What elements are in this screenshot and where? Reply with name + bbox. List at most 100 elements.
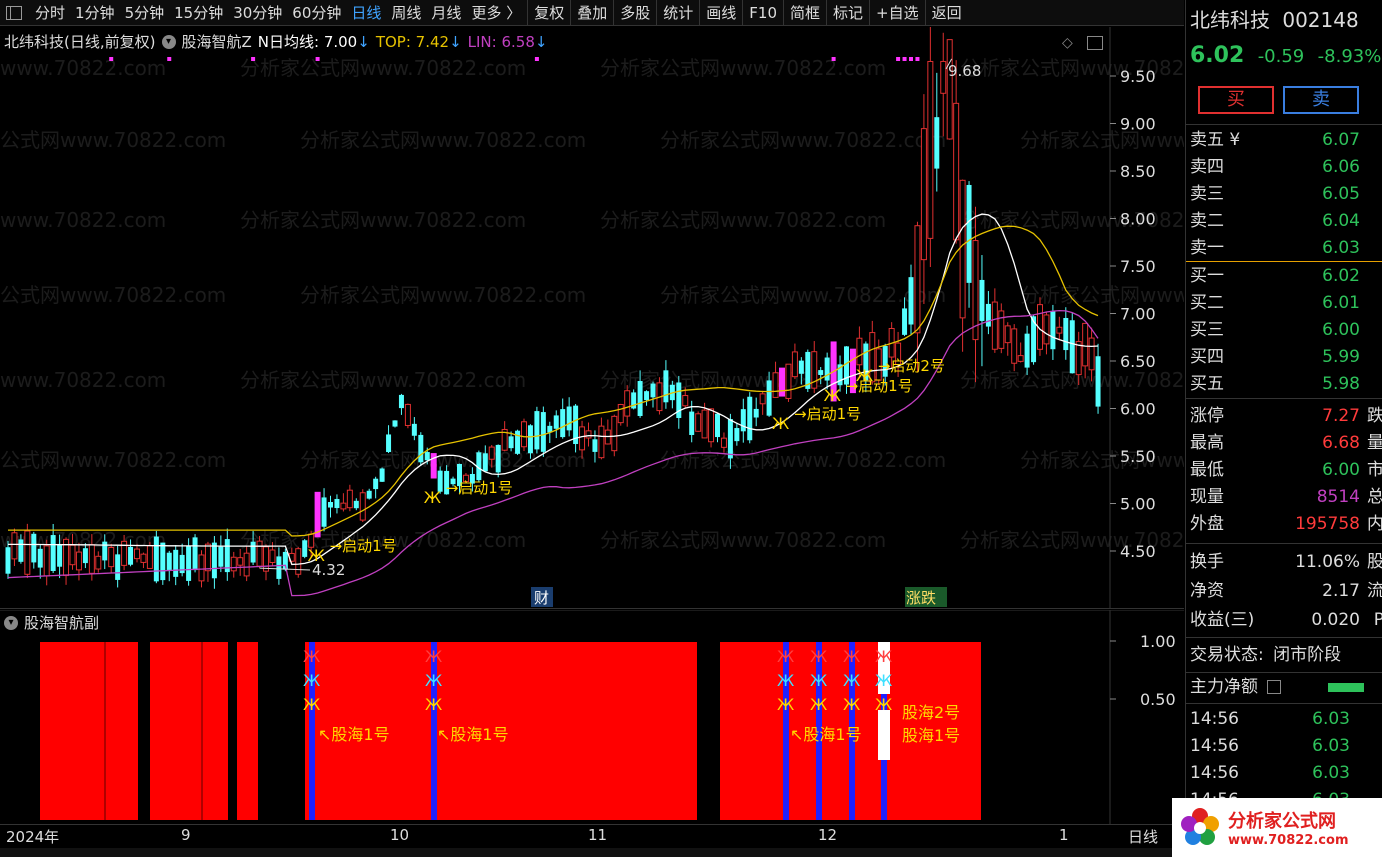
top-line xyxy=(8,225,1099,537)
layout-icon[interactable] xyxy=(1087,36,1103,50)
divider xyxy=(1186,637,1382,638)
ask-label: 卖二 xyxy=(1190,211,1224,231)
candle-body-up xyxy=(43,545,50,577)
overlay-button[interactable]: 叠加 xyxy=(572,0,612,26)
tick-row: 14:56 6.03 xyxy=(1190,733,1380,760)
tab-fenshi[interactable]: 分时 xyxy=(30,0,70,26)
tab-1min[interactable]: 1分钟 xyxy=(70,0,120,26)
tab-daily[interactable]: 日线 xyxy=(346,0,386,26)
candle-body-down xyxy=(540,412,546,452)
candle-body-up xyxy=(927,60,934,239)
divider xyxy=(699,0,701,26)
ask-label: 卖四 xyxy=(1190,157,1224,177)
tick-price: 6.03 xyxy=(1312,736,1350,756)
sub-indicator-canvas[interactable]: 1.000.50ЖЖЖЖЖЖЖЖЖЖЖЖЖЖЖЖЖЖ↖股海1号 ↖股海1号 ↖股海1… xyxy=(0,610,1184,824)
candle-body-down xyxy=(966,184,972,283)
axis-mode-label[interactable]: 日线 xyxy=(1128,826,1158,847)
ask-row[interactable]: 卖四 6.06 xyxy=(1190,154,1380,181)
tab-15min[interactable]: 15分钟 xyxy=(169,0,228,26)
add-watchlist-button[interactable]: +自选 xyxy=(871,0,924,26)
date-tick: 2024年 xyxy=(6,828,60,846)
tab-monthly[interactable]: 月线 xyxy=(426,0,466,26)
chevron-down-icon[interactable]: ▾ xyxy=(161,34,176,49)
candle-body-down xyxy=(424,452,430,461)
kline-canvas[interactable]: 分析家公式网www.70822.com 分析家公式网www.70822.com 分析… xyxy=(0,27,1184,609)
divider xyxy=(783,0,785,26)
bid-row[interactable]: 买三 6.00 xyxy=(1190,317,1380,344)
tick-price: 6.03 xyxy=(1312,763,1350,783)
fuquan-button[interactable]: 复权 xyxy=(529,0,569,26)
bid-row[interactable]: 买一 6.02 xyxy=(1190,263,1380,290)
stat-tail: 市 xyxy=(1367,457,1382,484)
divider xyxy=(656,0,658,26)
candle-body-up xyxy=(95,555,102,570)
ask-row[interactable]: 卖五 ¥ 6.07 xyxy=(1190,127,1380,154)
diamond-icon[interactable]: ◇ xyxy=(1062,35,1073,51)
sub-indicator-title[interactable]: 股海智航副 xyxy=(24,612,99,633)
top-signal-dot xyxy=(902,57,907,61)
candle-body-up xyxy=(998,310,1005,349)
bid-row[interactable]: 买二 6.01 xyxy=(1190,290,1380,317)
butterfly-icon: Ж xyxy=(777,695,794,714)
buy-button[interactable]: 买 xyxy=(1198,86,1274,114)
indicator-name[interactable]: 股海智航Z xyxy=(182,31,252,52)
candle-body-down xyxy=(250,541,256,563)
top-signal-dot xyxy=(831,57,836,61)
candle-body-down xyxy=(160,542,166,581)
candle-body-down xyxy=(321,497,327,527)
ask-row[interactable]: 卖三 6.05 xyxy=(1190,181,1380,208)
sub-indicator-chart[interactable]: 1.00 0.50 Ж Ж Ж Ж Ж Ж Ж Ж Ж Ж Ж Ж Ж Ж Ж Ж Ж Ж ↖股海1号 ↖股海1号 ↖股海1… xyxy=(0,610,1184,824)
bid-row[interactable]: 买五 5.98 xyxy=(1190,371,1380,398)
price-axis-label: 7.00 xyxy=(1120,305,1156,324)
divider xyxy=(1186,672,1382,673)
f10-button[interactable]: F10 xyxy=(744,0,782,26)
candle-body-up xyxy=(134,548,140,560)
finance-badge-label: 财 xyxy=(534,589,549,607)
candle-body-down xyxy=(637,381,643,416)
candle-body-up xyxy=(1075,341,1082,376)
price-axis-label: 9.50 xyxy=(1120,67,1156,86)
more-button[interactable]: 更多 〉 xyxy=(466,0,526,26)
watermark-text: 分析家公式网www.70822.com xyxy=(240,368,526,392)
tab-5min[interactable]: 5分钟 xyxy=(120,0,170,26)
candle-body-down xyxy=(115,554,121,580)
butterfly-icon: Ж xyxy=(303,647,320,666)
multi-stock-button[interactable]: 多股 xyxy=(615,0,655,26)
back-button[interactable]: 返回 xyxy=(927,0,967,26)
chevron-down-icon[interactable]: ▾ xyxy=(4,615,18,630)
signal-block xyxy=(150,642,228,820)
stat-label: 涨停 xyxy=(1190,406,1224,426)
candle-body-down xyxy=(1063,317,1069,351)
simple-frame-button[interactable]: 简框 xyxy=(785,0,825,26)
main-kline-chart[interactable]: 分析家公式网www.70822.com 分析家公式网www.70822.com 分析… xyxy=(0,27,1184,609)
candle-body-down xyxy=(418,434,424,463)
sell-button[interactable]: 卖 xyxy=(1283,86,1359,114)
ask-row[interactable]: 卖一 6.03 xyxy=(1190,235,1380,262)
candle-body-down xyxy=(527,425,533,454)
watermark-text: 分析家公式网www.70822.com xyxy=(1020,283,1184,307)
stat-value: 8514 xyxy=(1316,487,1360,507)
list-icon[interactable] xyxy=(1267,680,1282,694)
candle-body-down xyxy=(715,413,720,438)
price-change: -0.59 xyxy=(1257,46,1305,67)
price-change-pct: -8.93% xyxy=(1317,46,1382,67)
draw-line-button[interactable]: 画线 xyxy=(701,0,741,26)
mark-button[interactable]: 标记 xyxy=(828,0,868,26)
bid-row[interactable]: 买四 5.99 xyxy=(1190,344,1380,371)
candle-body-up xyxy=(772,372,779,398)
blue-signal-bar xyxy=(309,642,315,820)
ask-price: 6.07 xyxy=(1322,130,1360,150)
candle-body-down xyxy=(224,539,230,573)
ask-row[interactable]: 卖二 6.04 xyxy=(1190,208,1380,235)
sub-axis-label: 1.00 xyxy=(1140,632,1176,651)
candle-body-down xyxy=(57,543,63,567)
bid-price: 6.01 xyxy=(1322,293,1360,313)
tab-30min[interactable]: 30分钟 xyxy=(228,0,287,26)
tab-weekly[interactable]: 周线 xyxy=(386,0,426,26)
date-tick: 11 xyxy=(588,826,608,844)
tab-60min[interactable]: 60分钟 xyxy=(287,0,346,26)
candle-body-up xyxy=(682,395,689,407)
sidebar-toggle-icon[interactable] xyxy=(6,5,22,20)
statistics-button[interactable]: 统计 xyxy=(658,0,698,26)
candle-body-down xyxy=(798,360,804,374)
